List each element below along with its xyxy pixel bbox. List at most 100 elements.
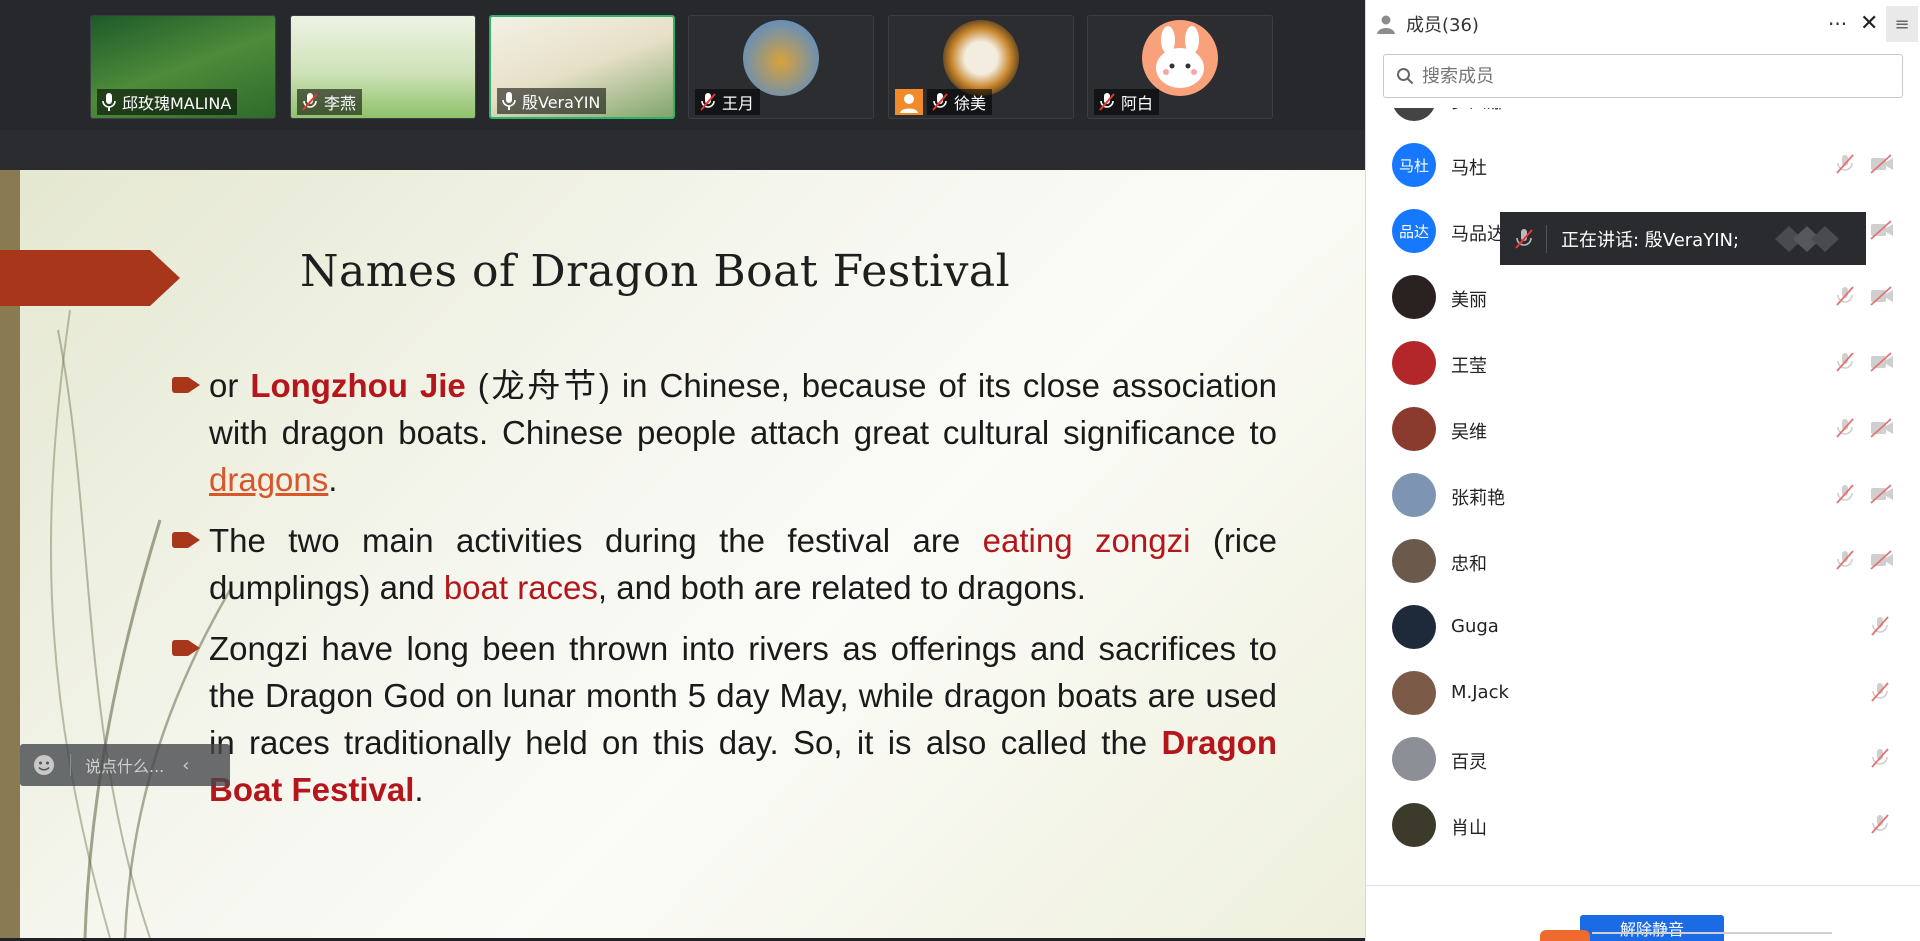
mic-muted-icon[interactable]: [1834, 549, 1856, 575]
more-options-button[interactable]: ···: [1828, 12, 1847, 36]
tile-label: 徐美: [927, 89, 993, 115]
mic-muted-icon: [932, 93, 948, 111]
mic-muted-icon[interactable]: [1834, 285, 1856, 311]
highlight-term: eating zongzi: [982, 522, 1191, 559]
dragons-link[interactable]: dragons: [209, 461, 328, 498]
chat-input[interactable]: 说点什么... ‹: [20, 744, 230, 786]
mic-muted-icon[interactable]: [1834, 483, 1856, 509]
mic-muted-icon[interactable]: [1834, 108, 1856, 113]
microphone-icon: [502, 92, 516, 110]
voice-wave-icon: [1775, 225, 1840, 252]
tile-label: 殷VeraYIN: [497, 88, 607, 114]
participant-name: 阿白: [1121, 94, 1154, 113]
avatar: [1392, 803, 1436, 847]
tile-label: 阿白: [1094, 89, 1160, 115]
avatar: [1392, 407, 1436, 451]
unmute-button[interactable]: 解除静音: [1580, 915, 1724, 941]
member-row[interactable]: 肖山: [1366, 792, 1920, 858]
mic-muted-icon: [700, 93, 716, 111]
video-tile[interactable]: 阿白: [1087, 15, 1273, 119]
slide-bullet-list: or Longzhou Jie (龙舟节) in Chinese, becaus…: [172, 362, 1277, 827]
user-icon: [1377, 15, 1395, 34]
mic-muted-icon[interactable]: [1869, 681, 1891, 707]
member-row[interactable]: 马杜 马杜: [1366, 132, 1920, 198]
highlight-term: boat races: [443, 569, 598, 606]
close-panel-button[interactable]: ✕: [1860, 11, 1878, 36]
mic-muted-icon: [1515, 228, 1533, 249]
member-row[interactable]: 忠和: [1366, 528, 1920, 594]
arrow-bullet-icon: [172, 377, 200, 393]
highlight-term: Longzhou Jie: [250, 367, 466, 404]
mic-muted-icon[interactable]: [1834, 417, 1856, 443]
member-name: 美丽: [1451, 290, 1487, 311]
camera-off-icon[interactable]: [1869, 483, 1895, 509]
member-row[interactable]: 百灵: [1366, 726, 1920, 792]
mic-muted-icon[interactable]: [1869, 813, 1891, 839]
bullet-text: .: [414, 771, 424, 808]
member-name: 张莉艳: [1451, 488, 1505, 509]
members-panel: 成员(36) ··· ✕ ≡ 罗四娜马杜马杜品达马品达美丽王莹吴维张莉艳忠和 Gu…: [1365, 0, 1920, 941]
menu-button[interactable]: ≡: [1886, 6, 1918, 42]
camera-off-icon[interactable]: [1869, 108, 1895, 113]
mic-muted-icon[interactable]: [1869, 615, 1891, 641]
bottom-tab[interactable]: [1540, 930, 1590, 941]
tile-label: 邱玫瑰MALINA: [97, 89, 238, 115]
camera-off-icon[interactable]: [1869, 285, 1895, 311]
member-search[interactable]: [1383, 54, 1903, 98]
bullet-text: The two main activities during the festi…: [209, 522, 983, 559]
camera-off-icon[interactable]: [1869, 219, 1895, 245]
participant-name: 李燕: [324, 94, 357, 113]
camera-off-icon[interactable]: [1869, 549, 1895, 575]
member-row[interactable]: 张莉艳: [1366, 462, 1920, 528]
mic-muted-icon: [302, 93, 318, 111]
avatar: [1392, 108, 1436, 121]
avatar: [1142, 20, 1218, 96]
meeting-app: 邱玫瑰MALINA 李燕 殷VeraYIN 王月 徐美 阿白 Names of …: [0, 0, 1920, 941]
member-row[interactable]: 吴维: [1366, 396, 1920, 462]
video-tile[interactable]: 李燕: [290, 15, 476, 119]
chat-placeholder: 说点什么...: [85, 757, 165, 776]
search-input[interactable]: [1422, 65, 1882, 87]
mic-muted-icon[interactable]: [1834, 153, 1856, 179]
camera-off-icon[interactable]: [1869, 153, 1895, 179]
microphone-icon: [102, 93, 116, 111]
avatar: [1392, 473, 1436, 517]
member-row[interactable]: Guga: [1366, 594, 1920, 660]
emoji-icon[interactable]: [32, 753, 56, 777]
member-name: 百灵: [1451, 752, 1487, 773]
chevron-left-icon[interactable]: ‹: [182, 755, 189, 776]
video-tile[interactable]: 王月: [688, 15, 874, 119]
video-tile-active[interactable]: 殷VeraYIN: [489, 15, 675, 119]
panel-title: 成员(36): [1406, 15, 1479, 36]
member-row[interactable]: 罗四娜: [1366, 108, 1920, 132]
slide-bullet: or Longzhou Jie (龙舟节) in Chinese, becaus…: [172, 362, 1277, 503]
member-name: 肖山: [1451, 818, 1487, 839]
member-row[interactable]: 美丽: [1366, 264, 1920, 330]
avatar: [1392, 341, 1436, 385]
mic-muted-icon[interactable]: [1869, 747, 1891, 773]
slide-bullet: Zongzi have long been thrown into rivers…: [172, 625, 1277, 813]
shared-slide: Names of Dragon Boat Festival or Longzho…: [0, 170, 1365, 938]
divider: [1546, 224, 1547, 253]
video-tile[interactable]: 徐美: [888, 15, 1074, 119]
slide-title: Names of Dragon Boat Festival: [300, 246, 1011, 297]
bullet-text: Zongzi have long been thrown into rivers…: [209, 630, 1277, 761]
camera-off-icon[interactable]: [1869, 351, 1895, 377]
member-name: 王莹: [1451, 356, 1487, 377]
participant-name: 王月: [722, 94, 755, 113]
member-row[interactable]: 王莹: [1366, 330, 1920, 396]
avatar: 品达: [1392, 209, 1436, 253]
bullet-text: , and both are related to dragons.: [597, 569, 1086, 606]
toolbar-strip: [0, 130, 1365, 170]
tile-label: 李燕: [297, 89, 363, 115]
meeting-stage: 邱玫瑰MALINA 李燕 殷VeraYIN 王月 徐美 阿白 Names of …: [0, 0, 1365, 941]
mic-muted-icon[interactable]: [1834, 351, 1856, 377]
participant-name: 邱玫瑰MALINA: [122, 94, 232, 113]
divider: [70, 754, 71, 776]
mic-muted-icon: [1099, 93, 1115, 111]
camera-off-icon[interactable]: [1869, 417, 1895, 443]
video-tile[interactable]: 邱玫瑰MALINA: [90, 15, 276, 119]
camera-off-icon: [895, 89, 923, 115]
member-row[interactable]: M.Jack: [1366, 660, 1920, 726]
avatar: 马杜: [1392, 143, 1436, 187]
